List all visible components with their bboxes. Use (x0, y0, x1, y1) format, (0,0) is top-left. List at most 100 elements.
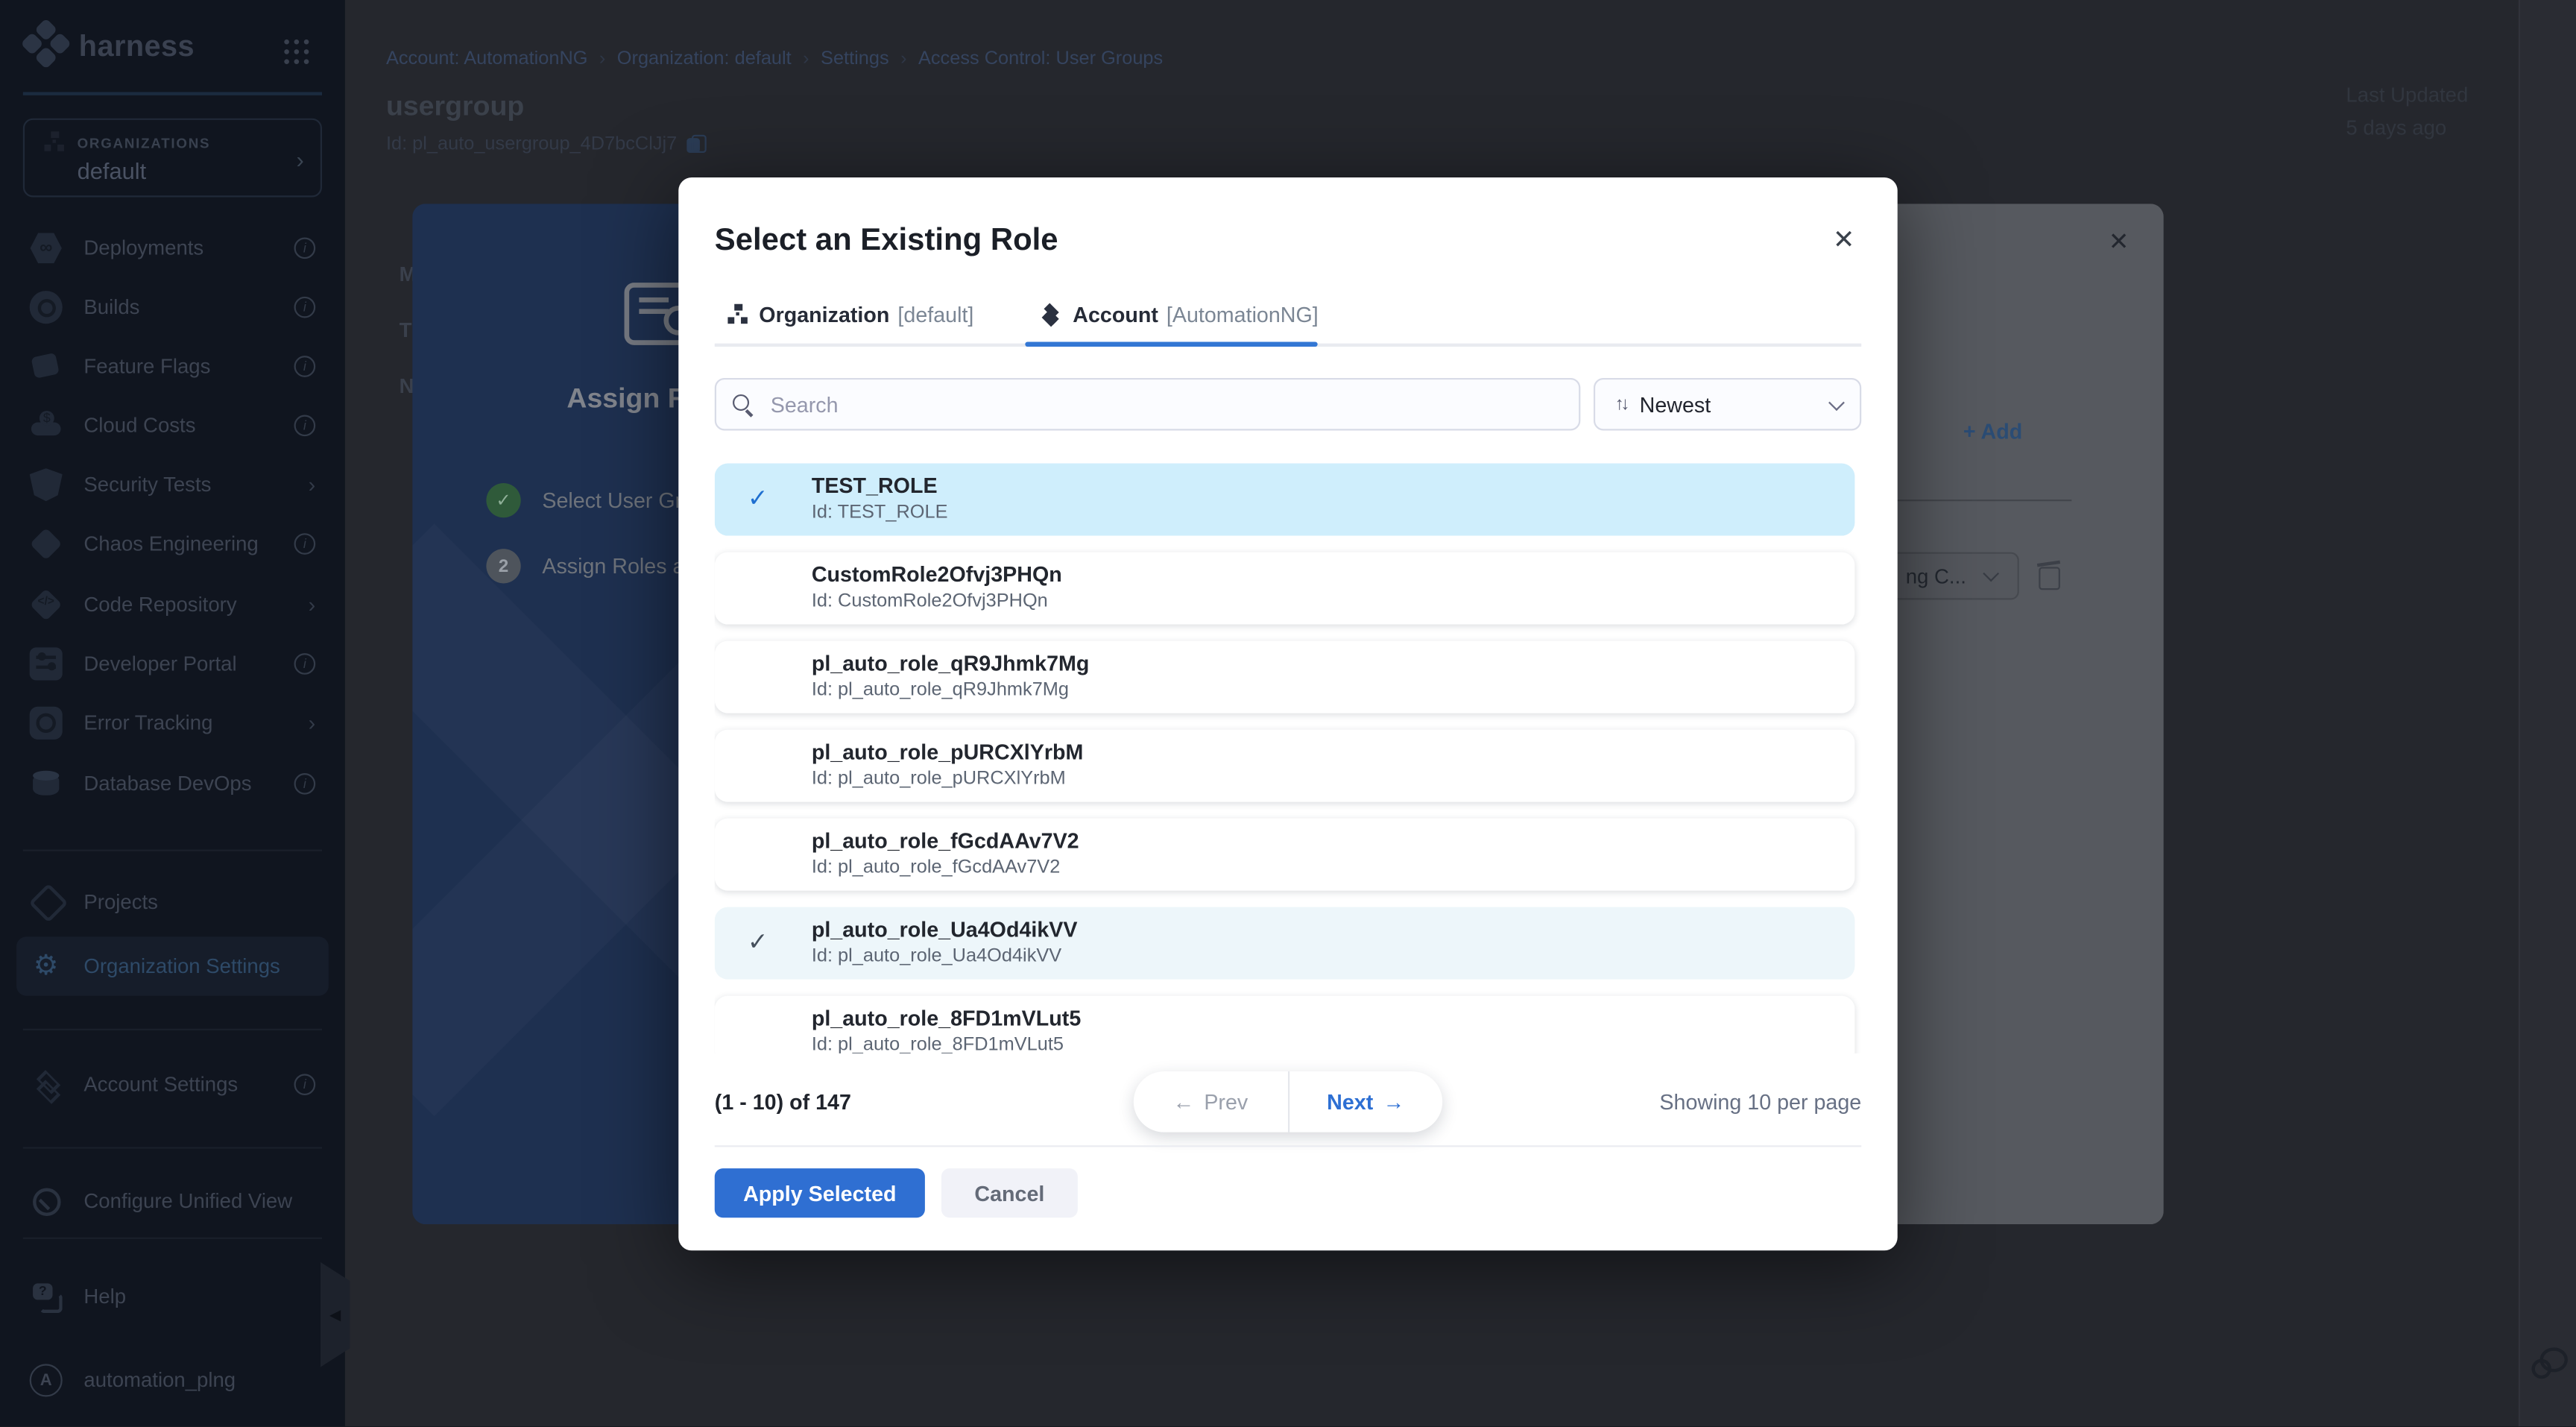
sidebar-item-projects[interactable]: Projects (0, 872, 345, 931)
projects-cube-icon (30, 886, 63, 919)
sidebar-item-user[interactable]: A automation_plng (0, 1351, 345, 1410)
sidebar-item-chaos-engineering[interactable]: Chaos Engineering i (0, 514, 345, 573)
layers-icon (30, 1068, 63, 1101)
scope-tabs: Organization [default] Account [Automati… (715, 303, 1861, 347)
error-tracking-icon (30, 707, 63, 740)
search-box (715, 378, 1581, 431)
info-icon[interactable]: i (294, 415, 316, 437)
breadcrumb-account[interactable]: Account: AutomationNG (386, 49, 588, 69)
sidebar-item-security-tests[interactable]: Security Tests › (0, 456, 345, 514)
next-page-button[interactable]: Next → (1289, 1071, 1442, 1133)
builds-icon (30, 291, 63, 324)
check-icon: ✓ (748, 483, 768, 513)
sidebar-divider (23, 1238, 322, 1239)
breadcrumb: Account: AutomationNG › Organization: de… (386, 49, 1163, 69)
org-selector[interactable]: ORGANIZATIONS default › (23, 119, 322, 198)
harness-logo-text: harness (79, 29, 195, 63)
info-icon[interactable]: i (294, 653, 316, 675)
role-row[interactable]: pl_auto_role_8FD1mVLut5 Id: pl_auto_role… (715, 996, 1855, 1053)
apply-selected-button[interactable]: Apply Selected (715, 1168, 925, 1217)
sidebar-divider (23, 850, 322, 851)
info-icon[interactable]: i (294, 773, 316, 795)
breadcrumb-settings[interactable]: Settings (821, 49, 889, 69)
feedback-chat-icon[interactable] (2531, 1347, 2567, 1380)
breadcrumb-separator: › (803, 49, 809, 69)
sidebar-item-error-tracking[interactable]: Error Tracking › (0, 693, 345, 752)
role-row-selected[interactable]: ✓ pl_auto_role_Ua4Od4ikVV Id: pl_auto_ro… (715, 907, 1855, 980)
last-updated: Last Updated 5 days ago (2346, 79, 2468, 145)
info-icon[interactable]: i (294, 356, 316, 377)
info-icon[interactable]: i (294, 1074, 316, 1095)
apps-grid-icon[interactable] (284, 40, 309, 64)
tab-organization[interactable]: Organization [default] (727, 303, 973, 327)
info-icon[interactable]: i (294, 297, 316, 318)
role-row[interactable]: CustomRole2Ofvj3PHQn Id: CustomRole2Ofvj… (715, 552, 1855, 625)
page-title: usergroup (386, 90, 524, 123)
feature-flags-icon (30, 350, 63, 382)
showing-per-page: Showing 10 per page (1659, 1089, 1861, 1114)
wizard-step-2: 2 Assign Roles an (486, 549, 696, 583)
cloud-costs-icon (30, 409, 63, 442)
pagination-range: (1 - 10) of 147 (715, 1089, 851, 1114)
role-row[interactable]: pl_auto_role_qR9Jhmk7Mg Id: pl_auto_role… (715, 641, 1855, 714)
screen: harness ORGANIZATIONS default › ∞ Deploy… (0, 0, 2576, 1426)
chevron-right-icon: › (309, 473, 316, 497)
cancel-button[interactable]: Cancel (941, 1168, 1078, 1217)
sidebar-item-account-settings[interactable]: Account Settings i (0, 1055, 345, 1114)
sidebar-item-code-repository[interactable]: Code Repository › (0, 575, 345, 634)
harness-logo[interactable]: harness (26, 26, 195, 66)
sort-icon: ↑↓ (1615, 394, 1626, 414)
role-list: ✓ TEST_ROLE Id: TEST_ROLE CustomRole2Ofv… (715, 464, 1861, 1053)
chevron-right-icon: › (309, 711, 316, 735)
security-tests-icon (30, 468, 63, 501)
sidebar-item-help[interactable]: Help (0, 1267, 345, 1326)
trash-icon[interactable] (2037, 561, 2060, 588)
sidebar-item-deployments[interactable]: ∞ Deployments i (0, 218, 345, 277)
close-icon[interactable]: ✕ (2109, 227, 2130, 256)
sidebar-item-cloud-costs[interactable]: Cloud Costs i (0, 396, 345, 455)
active-tab-indicator (1025, 341, 1317, 347)
search-input[interactable] (767, 390, 1562, 418)
add-role-binding-button[interactable]: + Add (1963, 419, 2022, 444)
sidebar-item-database-devops[interactable]: Database DevOps i (0, 755, 345, 813)
close-icon[interactable]: ✕ (1833, 224, 1855, 256)
info-icon[interactable]: i (294, 237, 316, 259)
divider (715, 1145, 1861, 1147)
role-row[interactable]: pl_auto_role_fGcdAAv7V2 Id: pl_auto_role… (715, 819, 1855, 891)
info-icon[interactable]: i (294, 533, 316, 555)
modal-title: Select an Existing Role (715, 224, 1058, 259)
arrow-left-icon: ← (1172, 1089, 1194, 1114)
sidebar-item-organization-settings[interactable]: ⚙ Organization Settings (16, 936, 329, 995)
divider (1898, 500, 2072, 501)
sort-select[interactable]: ↑↓ Newest (1594, 378, 1861, 431)
developer-portal-icon (30, 647, 63, 680)
arrow-right-icon: → (1383, 1089, 1404, 1114)
deployments-icon: ∞ (30, 232, 63, 265)
harness-logo-icon (18, 18, 74, 74)
copy-icon[interactable] (687, 135, 705, 154)
role-row[interactable]: pl_auto_role_pURCXlYrbM Id: pl_auto_role… (715, 730, 1855, 802)
sidebar-collapse-toggle[interactable]: ◀ (321, 1262, 350, 1367)
tab-account[interactable]: Account [AutomationNG] (1041, 303, 1318, 327)
prev-page-button[interactable]: ← Prev (1134, 1071, 1289, 1133)
sidebar-divider (23, 92, 322, 95)
chevron-down-icon (1828, 394, 1845, 410)
sort-value: Newest (1640, 392, 1711, 417)
wizard-step-1: ✓ Select User Gro (486, 483, 694, 517)
chaos-engineering-icon (30, 528, 63, 561)
chevron-right-icon: › (296, 146, 303, 172)
sidebar-item-configure-unified-view[interactable]: Configure Unified View (0, 1172, 345, 1231)
role-row-test-role[interactable]: ✓ TEST_ROLE Id: TEST_ROLE (715, 464, 1855, 536)
help-chat-icon (30, 1280, 63, 1313)
avatar: A (30, 1364, 63, 1396)
right-utility-strip (2519, 0, 2576, 1426)
sidebar-item-developer-portal[interactable]: Developer Portal i (0, 634, 345, 693)
check-icon: ✓ (748, 927, 768, 957)
sidebar-item-builds[interactable]: Builds i (0, 277, 345, 336)
breadcrumb-current: Access Control: User Groups (918, 49, 1163, 69)
sidebar-item-feature-flags[interactable]: Feature Flags i (0, 337, 345, 396)
breadcrumb-organization[interactable]: Organization: default (617, 49, 792, 69)
last-updated-value: 5 days ago (2346, 112, 2468, 145)
wrench-icon (30, 1185, 63, 1217)
breadcrumb-separator: › (900, 49, 906, 69)
